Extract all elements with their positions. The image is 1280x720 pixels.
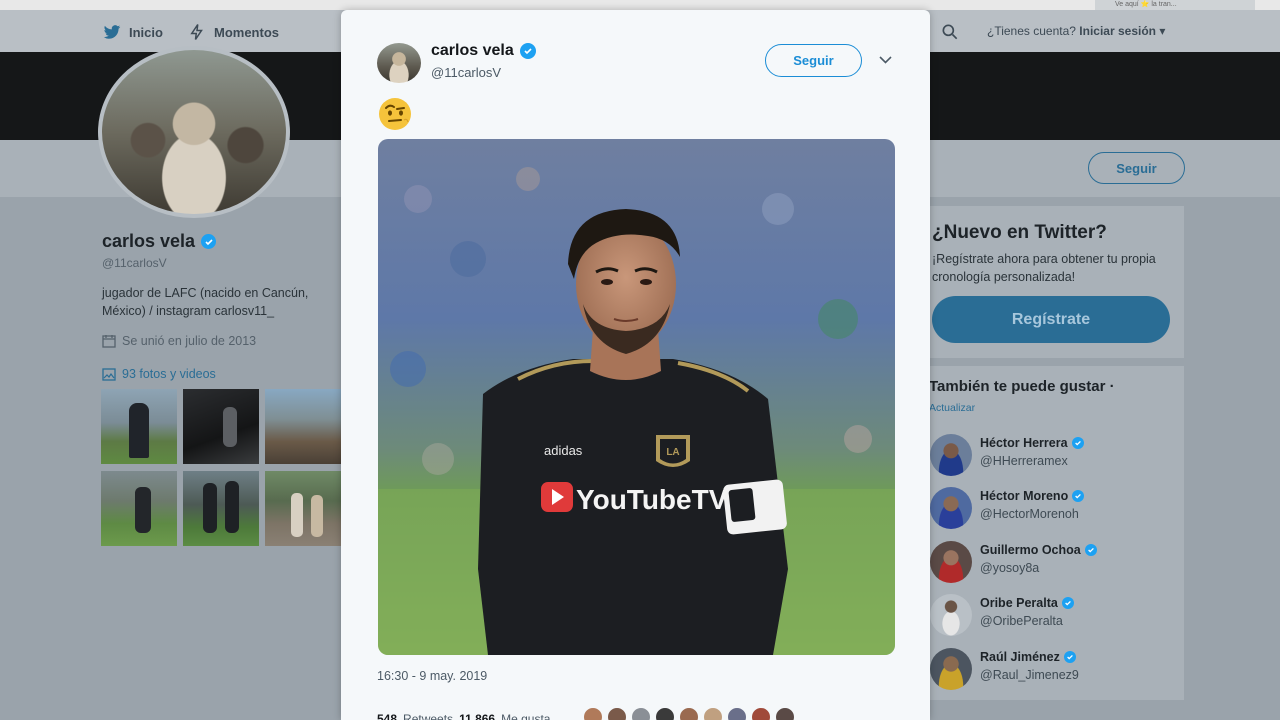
suggestion-name-text: Héctor Moreno [980, 489, 1069, 503]
refresh-link[interactable]: Actualizar [929, 402, 975, 414]
chevron-down-icon[interactable] [879, 55, 892, 65]
image-icon [102, 367, 116, 381]
media-thumbnail[interactable] [183, 471, 259, 546]
tweet-author-name[interactable]: carlos vela [431, 42, 536, 60]
twitter-bird-icon [103, 25, 121, 39]
media-thumbnail[interactable] [265, 389, 341, 464]
profile-handle: @11carlosV [102, 256, 167, 270]
profile-media-link[interactable]: 93 fotos y videos [102, 367, 216, 381]
profile-joined: Se unió en julio de 2013 [102, 334, 256, 348]
tweet-follow-button[interactable]: Seguir [765, 44, 862, 77]
tweet-author-avatar[interactable] [377, 43, 421, 83]
suggestion-item[interactable]: Raúl Jiménez @Raul_Jimenez9 [930, 648, 1180, 694]
suggestion-name-text: Oribe Peralta [980, 596, 1058, 610]
suggestion-name-text: Raúl Jiménez [980, 650, 1060, 664]
account-question: ¿Tienes cuenta? [987, 24, 1076, 38]
browser-tab[interactable]: Ve aquí ⭐ la tran... [1095, 0, 1255, 10]
media-thumbnail[interactable] [101, 471, 177, 546]
suggestion-name[interactable]: Héctor Moreno [980, 489, 1085, 503]
profile-bio: jugador de LAFC (nacido en Cancún, Méxic… [102, 286, 309, 318]
suggestion-name[interactable]: Héctor Herrera [980, 436, 1084, 450]
tweet-modal: carlos vela @11carlosV Seguir LA adidas … [341, 10, 930, 720]
suggestion-name[interactable]: Oribe Peralta [980, 596, 1074, 610]
media-thumbnail[interactable] [183, 389, 259, 464]
like-label: Me gusta [501, 712, 551, 720]
avatar[interactable] [607, 707, 627, 720]
raised-eyebrow-emoji-icon [379, 98, 411, 130]
player-photo: LA adidas YouTubeTV [378, 139, 895, 655]
suggestion-handle: @HectorMorenoh [980, 507, 1079, 521]
suggestion-item[interactable]: Oribe Peralta @OribePeralta [930, 594, 1180, 640]
nav-home[interactable]: Inicio [103, 23, 163, 41]
retweet-label: Retweets [403, 712, 454, 720]
sponsor-text: YouTubeTV [576, 484, 728, 515]
lightning-icon [190, 24, 203, 40]
profile-name: carlos vela [102, 231, 217, 252]
media-thumbnail[interactable] [265, 471, 341, 546]
suggestion-item[interactable]: Guillermo Ochoa @yosoy8a [930, 541, 1180, 587]
profile-joined-text: Se unió en julio de 2013 [122, 334, 257, 348]
suggestion-item[interactable]: Héctor Herrera @HHerreramex [930, 434, 1180, 480]
avatar[interactable] [930, 434, 972, 476]
verified-badge-icon [1071, 437, 1084, 449]
suggestion-item[interactable]: Héctor Moreno @HectorMorenoh [930, 487, 1180, 533]
search-icon[interactable] [940, 22, 960, 42]
liker-avatars [583, 707, 795, 720]
retweet-count[interactable]: 548 [377, 712, 397, 720]
suggestion-name[interactable]: Guillermo Ochoa [980, 543, 1097, 557]
nav-moments-label: Momentos [214, 24, 279, 40]
calendar-icon [102, 335, 116, 348]
verified-badge-icon [1072, 490, 1085, 502]
nav-home-label: Inicio [129, 24, 163, 40]
suggestion-handle: @Raul_Jimenez9 [980, 668, 1079, 682]
verified-badge-icon [1063, 651, 1076, 663]
tweet-timestamp[interactable]: 16:30 - 9 may. 2019 [377, 669, 487, 683]
profile-follow-button[interactable]: Seguir [1088, 152, 1185, 184]
account-prompt: ¿Tienes cuenta? Iniciar sesión ▾ [987, 24, 1165, 38]
suggestion-name-text: Héctor Herrera [980, 436, 1068, 450]
verified-badge-icon [519, 43, 536, 59]
suggestion-name[interactable]: Raúl Jiménez [980, 650, 1076, 664]
browser-strip [0, 0, 1280, 10]
media-thumbnail[interactable] [101, 389, 177, 464]
profile-media-text: 93 fotos y videos [122, 367, 216, 381]
avatar[interactable] [930, 541, 972, 583]
signup-button[interactable]: Regístrate [932, 296, 1170, 343]
avatar[interactable] [583, 707, 603, 720]
avatar[interactable] [727, 707, 747, 720]
verified-badge-icon [201, 234, 217, 249]
login-link[interactable]: Iniciar sesión ▾ [1079, 24, 1165, 38]
tweet-author-handle[interactable]: @11carlosV [431, 65, 501, 80]
suggestion-name-text: Guillermo Ochoa [980, 543, 1081, 557]
nav-moments[interactable]: Momentos [188, 23, 279, 41]
avatar[interactable] [703, 707, 723, 720]
suggestion-handle: @OribePeralta [980, 614, 1063, 628]
suggestion-handle: @yosoy8a [980, 561, 1040, 575]
tweet-photo[interactable]: LA adidas YouTubeTV [378, 139, 895, 655]
like-count[interactable]: 11.866 [459, 712, 495, 720]
profile-avatar[interactable] [98, 46, 290, 218]
avatar[interactable] [631, 707, 651, 720]
verified-badge-icon [1084, 544, 1097, 556]
suggestions-card: También te puede gustar · Actualizar Héc… [922, 366, 1184, 700]
crest-text: LA [666, 447, 679, 458]
signup-text: ¡Regístrate ahora para obtener tu propia… [932, 252, 1156, 284]
avatar[interactable] [751, 707, 771, 720]
signup-card: ¿Nuevo en Twitter? ¡Regístrate ahora par… [922, 206, 1184, 358]
brand-text: adidas [544, 443, 583, 458]
suggestion-handle: @HHerreramex [980, 454, 1068, 468]
tweet-author-name-text: carlos vela [431, 42, 514, 59]
avatar[interactable] [930, 594, 972, 636]
profile-name-text: carlos vela [102, 231, 196, 251]
avatar[interactable] [930, 487, 972, 529]
avatar[interactable] [930, 648, 972, 690]
suggestions-title: También te puede gustar · [929, 378, 1115, 395]
avatar[interactable] [655, 707, 675, 720]
avatar[interactable] [679, 707, 699, 720]
tweet-stats: 548 Retweets 11.866 Me gusta [377, 712, 550, 720]
signup-title: ¿Nuevo en Twitter? [932, 222, 1107, 243]
avatar[interactable] [775, 707, 795, 720]
verified-badge-icon [1061, 597, 1074, 609]
